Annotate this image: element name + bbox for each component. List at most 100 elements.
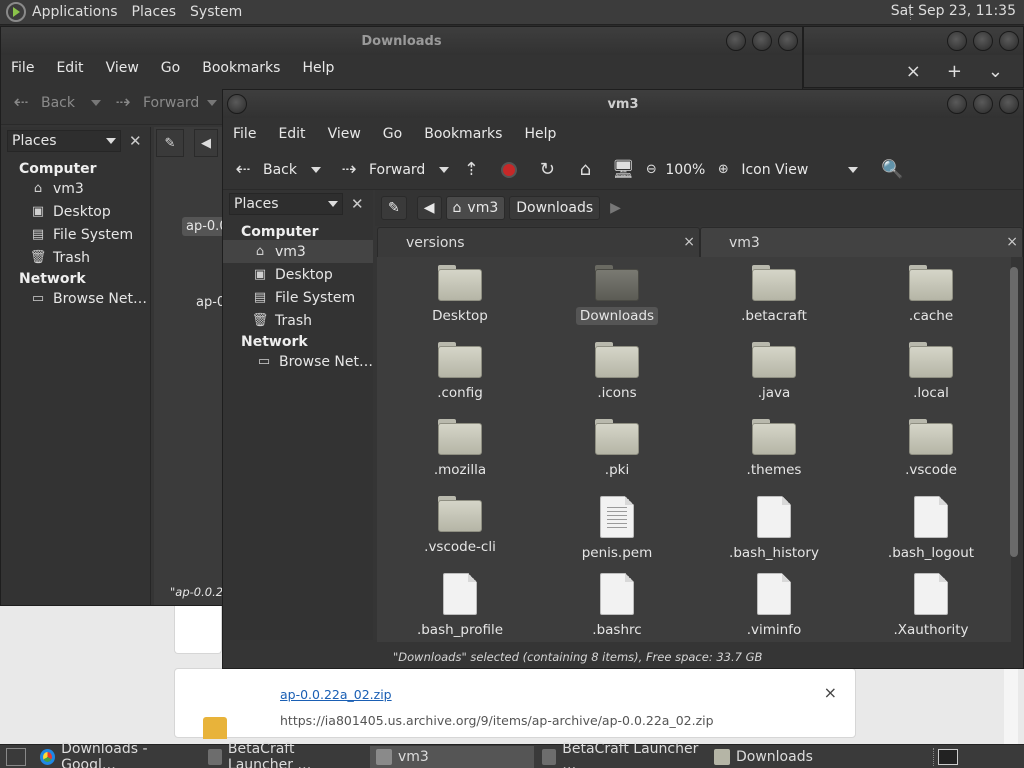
path-scroll-left[interactable]: ◀ bbox=[416, 196, 442, 220]
forward-button[interactable]: ⇢ Forward bbox=[337, 158, 450, 182]
file-item[interactable]: .vscode-cli bbox=[400, 496, 520, 556]
edit-location-button[interactable]: ✎ bbox=[381, 196, 407, 220]
menu-help[interactable]: Help bbox=[302, 60, 334, 76]
file-item[interactable]: penis.pem bbox=[557, 496, 677, 562]
sidebar-item-desktop[interactable]: ▣ Desktop bbox=[1, 200, 150, 223]
menu-places[interactable]: Places bbox=[132, 4, 177, 20]
minimize-button[interactable] bbox=[726, 31, 746, 51]
task-betacraft-1[interactable]: BetaCraft Launcher … bbox=[202, 741, 368, 768]
task-downloads-folder[interactable]: Downloads bbox=[708, 746, 868, 768]
back-button[interactable]: ⇠ Back bbox=[9, 91, 101, 115]
chevron-down-icon[interactable] bbox=[311, 166, 321, 173]
chevron-down-icon[interactable] bbox=[207, 99, 218, 106]
show-desktop-icon[interactable] bbox=[6, 747, 26, 766]
file-item[interactable]: Desktop bbox=[400, 265, 520, 325]
maximize-button[interactable] bbox=[973, 94, 993, 114]
path-scroll-right[interactable]: ▶ bbox=[604, 196, 627, 220]
zoom-out-icon[interactable]: ⊖ bbox=[643, 158, 659, 182]
file-item[interactable]: .themes bbox=[714, 419, 834, 479]
close-icon[interactable]: ✕ bbox=[351, 195, 364, 213]
menu-edit[interactable]: Edit bbox=[278, 126, 305, 142]
stub-titlebar[interactable] bbox=[804, 27, 1023, 55]
menu-applications[interactable]: Applications bbox=[32, 4, 118, 20]
menu-go[interactable]: Go bbox=[161, 60, 180, 76]
close-button[interactable] bbox=[999, 94, 1019, 114]
menu-edit[interactable]: Edit bbox=[56, 60, 83, 76]
close-tab-icon[interactable]: × bbox=[683, 234, 695, 250]
task-betacraft-2[interactable]: BetaCraft Launcher … bbox=[536, 741, 706, 768]
chevron-down-icon[interactable] bbox=[439, 166, 450, 173]
back-button[interactable]: ⇠ Back bbox=[231, 158, 321, 182]
chevron-down-icon[interactable]: ⌄ bbox=[988, 61, 1003, 82]
chevron-left-icon[interactable]: ◀ bbox=[194, 129, 218, 157]
menu-view[interactable]: View bbox=[106, 60, 139, 76]
places-dropdown[interactable]: Places bbox=[7, 130, 121, 152]
menu-help[interactable]: Help bbox=[524, 126, 556, 142]
minimize-button[interactable] bbox=[947, 94, 967, 114]
menu-go[interactable]: Go bbox=[383, 126, 402, 142]
sidebar-item-trash[interactable]: 🗑 Trash bbox=[1, 246, 150, 269]
file-item[interactable]: .bash_profile bbox=[400, 573, 520, 639]
file-item[interactable]: .viminfo bbox=[714, 573, 834, 639]
file-item[interactable]: .Xauthority bbox=[871, 573, 991, 639]
close-button[interactable] bbox=[999, 31, 1019, 51]
menu-view[interactable]: View bbox=[328, 126, 361, 142]
vm3-titlebar[interactable]: vm3 bbox=[223, 90, 1023, 118]
up-arrow-icon[interactable]: ⇡ bbox=[459, 158, 483, 182]
sidebar-item-trash[interactable]: 🗑 Trash bbox=[223, 309, 373, 332]
download-link[interactable]: ap-0.0.22a_02.zip bbox=[280, 687, 392, 702]
distro-logo-icon[interactable] bbox=[6, 2, 26, 22]
new-tab-icon[interactable]: + bbox=[947, 61, 962, 82]
downloads-titlebar[interactable]: Downloads bbox=[1, 27, 802, 55]
file-item[interactable]: Downloads bbox=[557, 265, 677, 325]
menu-bookmarks[interactable]: Bookmarks bbox=[202, 60, 280, 76]
sidebar-item-browse-network[interactable]: ▭ Browse Net… bbox=[223, 350, 373, 373]
menu-file[interactable]: File bbox=[233, 126, 256, 142]
menu-system[interactable]: System bbox=[190, 4, 242, 20]
file-item[interactable]: .mozilla bbox=[400, 419, 520, 479]
task-downloads-chrome[interactable]: Downloads - Googl… bbox=[34, 741, 200, 768]
close-icon[interactable]: ✕ bbox=[129, 132, 142, 150]
sidebar-item-browse-network[interactable]: ▭ Browse Net… bbox=[1, 287, 150, 310]
sidebar-item-filesystem[interactable]: ▤ File System bbox=[1, 223, 150, 246]
edit-location-icon[interactable]: ✎ bbox=[156, 129, 184, 157]
task-vm3[interactable]: vm3 bbox=[370, 745, 534, 768]
menu-bookmarks[interactable]: Bookmarks bbox=[424, 126, 502, 142]
file-item[interactable]: .cache bbox=[871, 265, 991, 325]
sidebar-item-desktop[interactable]: ▣ Desktop bbox=[223, 263, 373, 286]
maximize-button[interactable] bbox=[973, 31, 993, 51]
vertical-scrollbar[interactable] bbox=[1009, 257, 1019, 642]
file-item[interactable]: .icons bbox=[557, 342, 677, 402]
file-item[interactable]: .vscode bbox=[871, 419, 991, 479]
remove-download-button[interactable]: × bbox=[824, 683, 837, 702]
menu-file[interactable]: File bbox=[11, 60, 34, 76]
maximize-button[interactable] bbox=[752, 31, 772, 51]
places-dropdown[interactable]: Places bbox=[229, 193, 343, 215]
minimize-button[interactable] bbox=[947, 31, 967, 51]
file-item[interactable]: .bash_history bbox=[714, 496, 834, 562]
search-icon[interactable]: 🔍 bbox=[880, 158, 904, 182]
path-button-downloads[interactable]: Downloads bbox=[509, 196, 601, 220]
clock[interactable]: Sat Sep 23, 11:35 bbox=[891, 3, 1016, 19]
close-tab-icon[interactable]: × bbox=[906, 61, 921, 82]
zoom-in-icon[interactable]: ⊕ bbox=[715, 158, 731, 182]
chevron-down-icon[interactable] bbox=[91, 99, 101, 106]
home-icon[interactable]: ⌂ bbox=[573, 158, 597, 182]
stop-icon[interactable] bbox=[497, 158, 521, 182]
view-mode-dropdown[interactable]: Icon View bbox=[741, 162, 859, 178]
tab-vm3[interactable]: vm3 × bbox=[700, 227, 1023, 257]
workspace-switcher[interactable] bbox=[938, 749, 958, 765]
window-menu-button[interactable] bbox=[227, 94, 247, 114]
zoom-level[interactable]: 100% bbox=[665, 162, 705, 178]
reload-icon[interactable]: ↻ bbox=[535, 158, 559, 182]
tab-versions[interactable]: versions × bbox=[377, 227, 700, 257]
file-item[interactable]: .betacraft bbox=[714, 265, 834, 325]
computer-icon[interactable]: 🖥 bbox=[611, 158, 635, 182]
scrollbar-thumb[interactable] bbox=[1010, 267, 1018, 557]
file-item[interactable]: .config bbox=[400, 342, 520, 402]
file-item[interactable]: .java bbox=[714, 342, 834, 402]
partial-file-label[interactable]: ap-0 bbox=[196, 295, 225, 310]
file-item[interactable]: .bashrc bbox=[557, 573, 677, 639]
sidebar-item-filesystem[interactable]: ▤ File System bbox=[223, 286, 373, 309]
close-tab-icon[interactable]: × bbox=[1006, 234, 1018, 250]
